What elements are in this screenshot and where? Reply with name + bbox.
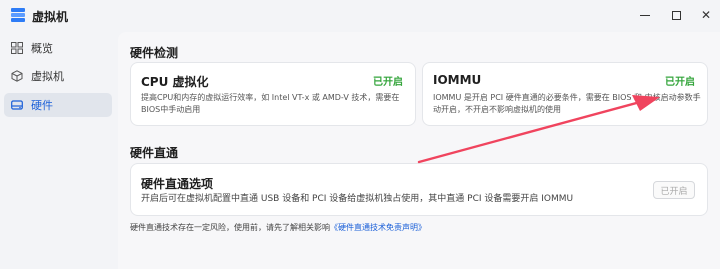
card-description: 提高CPU和内存的虚拟运行效率，如 Intel VT-x 或 AMD-V 技术，… [141, 93, 400, 114]
hardware-icon [10, 98, 24, 112]
card-description: IOMMU 是开启 PCI 硬件直通的必要条件，需要在 BIOS 和 内核启动参… [433, 93, 701, 114]
sidebar-item-overview[interactable]: 概览 [4, 36, 112, 60]
sidebar-item-label: 概览 [31, 42, 53, 55]
sidebar: 概览 虚拟机 硬件 [0, 32, 118, 269]
section-title-hardware-check: 硬件检测 [130, 46, 179, 60]
sidebar-item-vms[interactable]: 虚拟机 [4, 64, 112, 88]
sidebar-item-hardware[interactable]: 硬件 [4, 93, 112, 117]
card-title: IOMMU [433, 73, 482, 87]
maximize-button[interactable] [664, 4, 688, 26]
card-title: 硬件直通选项 [141, 177, 214, 191]
passthrough-enabled-button[interactable]: 已开启 [653, 181, 695, 199]
card-title: CPU 虚拟化 [141, 75, 209, 89]
grid-icon [10, 41, 24, 55]
minimize-button[interactable] [633, 4, 657, 26]
passthrough-option-card: 硬件直通选项 开启后可在虚拟机配置中直通 USB 设备和 PCI 设备给虚拟机独… [130, 163, 708, 216]
cpu-virtualization-card: CPU 虚拟化 已开启 提高CPU和内存的虚拟运行效率，如 Intel VT-x… [130, 62, 416, 126]
section-title-passthrough: 硬件直通 [130, 146, 179, 160]
iommu-card: IOMMU 已开启 IOMMU 是开启 PCI 硬件直通的必要条件，需要在 BI… [422, 62, 708, 126]
status-badge: 已开启 [373, 77, 403, 88]
card-description: 开启后可在虚拟机配置中直通 USB 设备和 PCI 设备给虚拟机独占使用，其中直… [141, 194, 574, 204]
app-icon [11, 8, 25, 22]
cube-icon [10, 69, 24, 83]
sidebar-item-label: 硬件 [31, 99, 53, 112]
sidebar-item-label: 虚拟机 [31, 70, 64, 83]
status-badge: 已开启 [665, 77, 695, 88]
disclaimer-note: 硬件直通技术存在一定风险，使用前，请先了解相关影响《硬件直通技术免责声明》 [130, 223, 426, 232]
disclaimer-link[interactable]: 《硬件直通技术免责声明》 [330, 223, 426, 232]
close-button[interactable]: ✕ [694, 4, 718, 26]
window-title: 虚拟机 [32, 10, 69, 24]
title-bar: 虚拟机 ✕ [0, 0, 720, 32]
main-content: 硬件检测 CPU 虚拟化 已开启 提高CPU和内存的虚拟运行效率，如 Intel… [118, 32, 720, 269]
